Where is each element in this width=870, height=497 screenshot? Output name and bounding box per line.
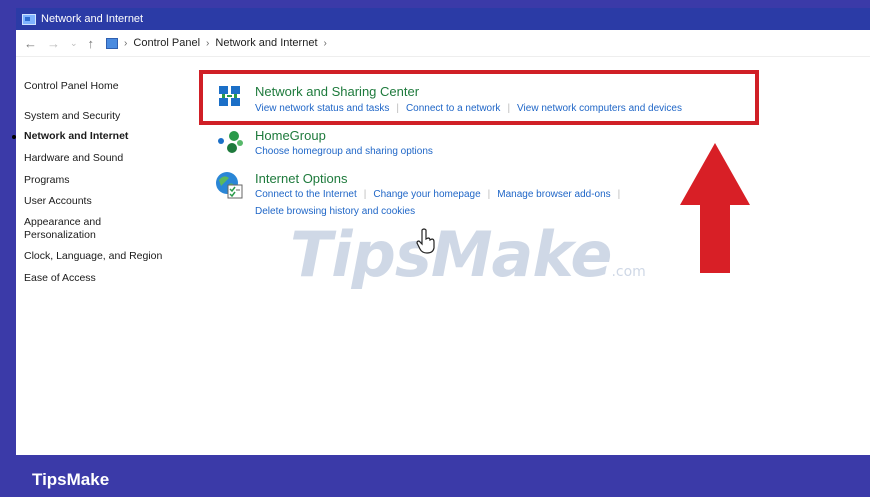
sidebar-item-clock-language[interactable]: Clock, Language, and Region [24, 250, 162, 262]
internet-options-links-row2: Delete browsing history and cookies [255, 206, 415, 217]
sidebar-item-network-internet: Network and Internet [12, 130, 129, 142]
delete-browsing-history-link[interactable]: Delete browsing history and cookies [255, 206, 415, 217]
watermark: TipsMake.com [290, 218, 646, 291]
up-arrow-icon[interactable]: ↑ [88, 36, 95, 51]
title-bar: Network and Internet [16, 8, 870, 30]
forward-arrow-icon[interactable]: → [47, 36, 60, 51]
watermark-suffix: .com [611, 264, 646, 280]
homegroup-link[interactable]: HomeGroup [255, 128, 326, 143]
homegroup-icon [218, 131, 243, 153]
active-bullet-icon [12, 135, 16, 139]
change-homepage-link[interactable]: Change your homepage [373, 189, 480, 200]
sidebar-item-control-panel-home[interactable]: Control Panel Home [24, 80, 119, 92]
connect-to-internet-link[interactable]: Connect to the Internet [255, 189, 357, 200]
sidebar-item-label: Network and Internet [24, 130, 129, 142]
chevron-right-icon: › [206, 37, 210, 49]
breadcrumb-control-panel[interactable]: Control Panel [133, 37, 200, 49]
window-title: Network and Internet [41, 13, 144, 25]
homegroup-links: Choose homegroup and sharing options [255, 146, 433, 157]
hand-cursor-icon [416, 228, 435, 254]
internet-options-links: Connect to the Internet | Change your home… [255, 189, 627, 200]
recent-dropdown-icon[interactable]: ⌄ [70, 38, 78, 49]
sidebar-item-user-accounts[interactable]: User Accounts [24, 195, 92, 207]
red-up-arrow-icon [680, 143, 750, 273]
breadcrumb-network-internet[interactable]: Network and Internet [215, 37, 317, 49]
choose-homegroup-link[interactable]: Choose homegroup and sharing options [255, 146, 433, 157]
footer-brand: TipsMake [32, 470, 110, 489]
back-arrow-icon[interactable]: ← [24, 36, 37, 51]
internet-options-link[interactable]: Internet Options [255, 171, 348, 186]
divider: | [363, 189, 367, 200]
chevron-right-icon[interactable]: › [324, 38, 327, 49]
network-window-icon [22, 13, 36, 25]
control-panel-icon [106, 37, 119, 49]
divider: | [617, 189, 621, 200]
manage-add-ons-link[interactable]: Manage browser add-ons [497, 189, 610, 200]
sidebar-item-hardware-sound[interactable]: Hardware and Sound [24, 152, 123, 164]
address-bar[interactable]: ← → ⌄ ↑ › Control Panel › Network and In… [16, 30, 870, 57]
internet-options-icon [216, 172, 243, 199]
watermark-text: TipsMake [290, 218, 612, 291]
highlight-box [199, 70, 759, 125]
divider: | [487, 189, 491, 200]
sidebar-item-programs[interactable]: Programs [24, 174, 70, 186]
sidebar-item-system-security[interactable]: System and Security [24, 110, 120, 122]
sidebar-item-ease-of-access[interactable]: Ease of Access [24, 272, 96, 284]
sidebar-item-appearance[interactable]: Appearance and Personalization [24, 216, 134, 242]
chevron-right-icon: › [124, 37, 128, 49]
